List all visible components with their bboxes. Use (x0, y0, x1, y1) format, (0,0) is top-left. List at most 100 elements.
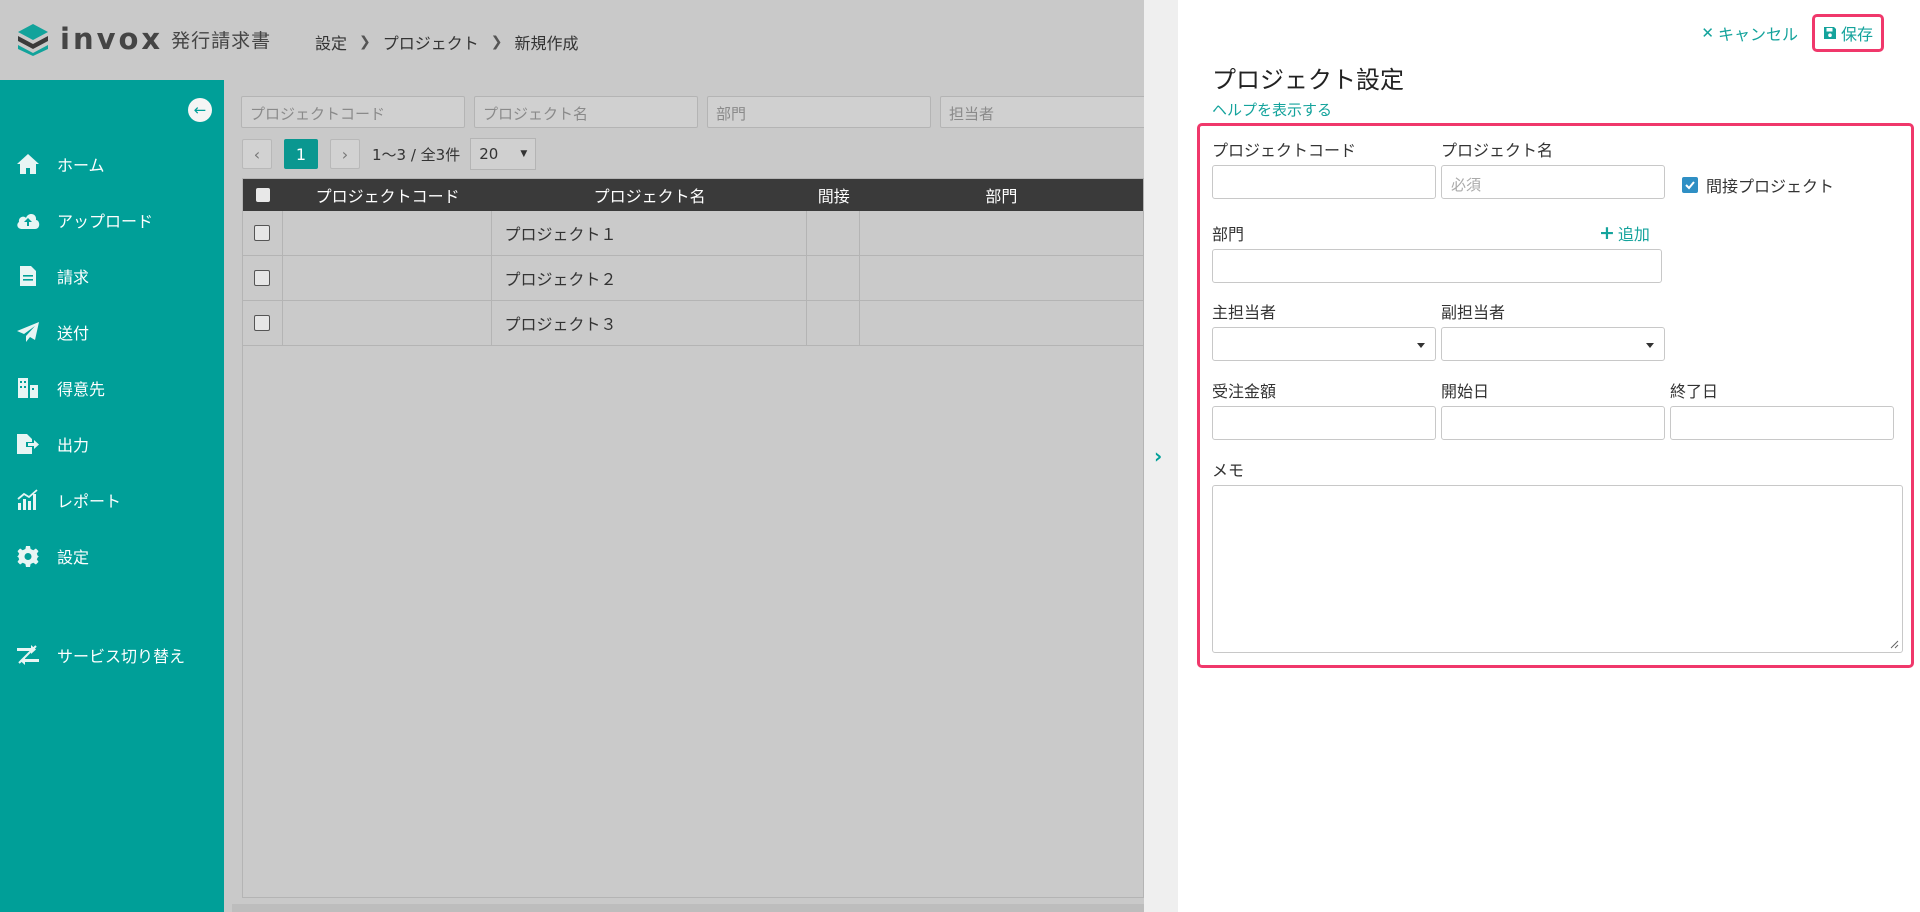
page-number[interactable]: 1 (284, 139, 318, 169)
breadcrumb: 設定 ❯ プロジェクト ❯ 新規作成 (315, 30, 579, 54)
filter-project-code-input[interactable]: プロジェクトコード (241, 96, 465, 128)
plus-icon: + (1599, 222, 1615, 244)
caret-down-icon (1417, 343, 1425, 348)
cell-department (860, 301, 1143, 345)
project-code-input[interactable] (1212, 165, 1436, 199)
panel-handle: › (1144, 0, 1178, 912)
table-row[interactable]: プロジェクト１ (243, 211, 1143, 256)
project-code-label: プロジェクトコード (1212, 141, 1357, 160)
table-row[interactable]: プロジェクト３ (243, 301, 1143, 346)
cell-indirect (807, 256, 860, 300)
sidebar-item-label: アップロード (57, 212, 154, 231)
row-checkbox[interactable] (243, 211, 283, 255)
column-header-name[interactable]: プロジェクト名 (492, 179, 806, 211)
filter-person-input[interactable]: 担当者 (940, 96, 1164, 128)
gear-icon (15, 544, 41, 568)
cell-code (283, 301, 493, 345)
pagination-info: 1〜3 / 全3件 (372, 145, 461, 164)
sidebar-item-invoice[interactable]: 請求 (0, 248, 224, 304)
filter-project-name-input[interactable]: プロジェクト名 (474, 96, 698, 128)
sidebar-item-home[interactable]: ホーム (0, 136, 224, 192)
row-checkbox[interactable] (243, 301, 283, 345)
column-header-code[interactable]: プロジェクトコード (283, 179, 493, 211)
breadcrumb-settings[interactable]: 設定 (315, 30, 347, 54)
close-icon: ✕ (1701, 24, 1714, 42)
page-size-select[interactable]: 20 ▼ (470, 138, 537, 170)
prev-page-icon[interactable]: ‹ (242, 139, 272, 169)
sidebar: ← ホーム アップロード 請求 送付 得意先 出力 レポート 設定 サービス切り… (0, 80, 224, 912)
indirect-project-checkbox[interactable]: 間接プロジェクト (1682, 173, 1834, 197)
document-icon (15, 264, 41, 288)
sidebar-item-clients[interactable]: 得意先 (0, 360, 224, 416)
logo-mark-icon (16, 22, 50, 56)
table-row[interactable]: プロジェクト２ (243, 256, 1143, 301)
sidebar-item-settings[interactable]: 設定 (0, 528, 224, 584)
building-icon (15, 376, 41, 400)
select-all-checkbox[interactable] (243, 179, 283, 211)
sub-person-select[interactable] (1441, 327, 1665, 361)
start-date-input[interactable] (1441, 406, 1665, 440)
breadcrumb-project[interactable]: プロジェクト (383, 30, 479, 54)
cell-name: プロジェクト２ (492, 256, 807, 300)
cancel-button[interactable]: ✕ キャンセル (1701, 21, 1798, 45)
order-amount-input[interactable] (1212, 406, 1436, 440)
memo-label: メモ (1212, 461, 1245, 480)
page-size-value: 20 (479, 145, 499, 163)
cell-department (860, 256, 1143, 300)
breadcrumb-new: 新規作成 (514, 34, 579, 53)
filter-bar: プロジェクトコード プロジェクト名 部門 担当者 (241, 96, 1173, 128)
start-date-label: 開始日 (1441, 382, 1490, 401)
department-input[interactable] (1212, 249, 1662, 283)
pagination: ‹ 1 › 1〜3 / 全3件 20 ▼ (242, 138, 537, 170)
sidebar-item-output[interactable]: 出力 (0, 416, 224, 472)
save-button[interactable]: 保存 (1811, 14, 1884, 52)
horizontal-scrollbar[interactable] (232, 904, 1144, 912)
end-date-label: 終了日 (1670, 382, 1719, 401)
project-table: プロジェクトコード プロジェクト名 間接 部門 プロジェクト１ プロジェクト２ … (242, 178, 1144, 898)
cell-name: プロジェクト３ (492, 301, 807, 345)
table-header: プロジェクトコード プロジェクト名 間接 部門 (243, 179, 1143, 211)
end-date-input[interactable] (1670, 406, 1894, 440)
project-name-input[interactable]: 必須 (1441, 165, 1665, 199)
project-settings-panel: ✕ キャンセル 保存 プロジェクト設定 ヘルプを表示する プロジェクトコード プ… (1178, 0, 1920, 912)
panel-title: プロジェクト設定 (1212, 66, 1404, 94)
sidebar-item-send[interactable]: 送付 (0, 304, 224, 360)
sidebar-item-label: ホーム (57, 156, 105, 175)
logo-subtitle: 発行請求書 (171, 29, 272, 52)
next-page-icon[interactable]: › (330, 139, 360, 169)
resize-grip-icon[interactable] (1889, 639, 1899, 649)
app-logo[interactable]: invox 発行請求書 (16, 22, 271, 56)
cloud-upload-icon (15, 208, 41, 232)
filter-department-input[interactable]: 部門 (707, 96, 931, 128)
cell-indirect (807, 211, 860, 255)
caret-down-icon (1646, 343, 1654, 348)
collapse-sidebar-icon[interactable]: ← (188, 98, 212, 122)
sidebar-item-upload[interactable]: アップロード (0, 192, 224, 248)
app-header: invox 発行請求書 設定 ❯ プロジェクト ❯ 新規作成 (0, 0, 1144, 80)
indirect-project-label: 間接プロジェクト (1706, 177, 1835, 196)
chart-icon (15, 488, 41, 512)
collapse-panel-chevron-icon[interactable]: › (1154, 444, 1162, 468)
save-disk-icon (1823, 27, 1836, 39)
file-export-icon (15, 432, 41, 456)
order-amount-label: 受注金額 (1212, 382, 1277, 401)
sidebar-nav: ホーム アップロード 請求 送付 得意先 出力 レポート 設定 (0, 136, 224, 584)
home-icon (15, 152, 41, 176)
row-checkbox[interactable] (243, 256, 283, 300)
sidebar-item-report[interactable]: レポート (0, 472, 224, 528)
help-link[interactable]: ヘルプを表示する (1212, 99, 1332, 120)
main-person-label: 主担当者 (1212, 303, 1277, 322)
sidebar-item-label: サービス切り替え (57, 647, 186, 666)
add-department-button[interactable]: + 追加 (1599, 221, 1650, 245)
memo-textarea[interactable] (1212, 485, 1903, 653)
column-header-indirect[interactable]: 間接 (807, 179, 860, 211)
column-header-department[interactable]: 部門 (860, 179, 1143, 211)
sub-person-label: 副担当者 (1441, 303, 1506, 322)
cancel-label: キャンセル (1717, 25, 1798, 44)
sidebar-item-label: レポート (57, 492, 122, 511)
sidebar-item-service-switch[interactable]: サービス切り替え (0, 627, 224, 683)
cell-code (283, 256, 493, 300)
paper-plane-icon (15, 320, 41, 344)
main-person-select[interactable] (1212, 327, 1436, 361)
chevron-right-icon: ❯ (490, 34, 503, 50)
